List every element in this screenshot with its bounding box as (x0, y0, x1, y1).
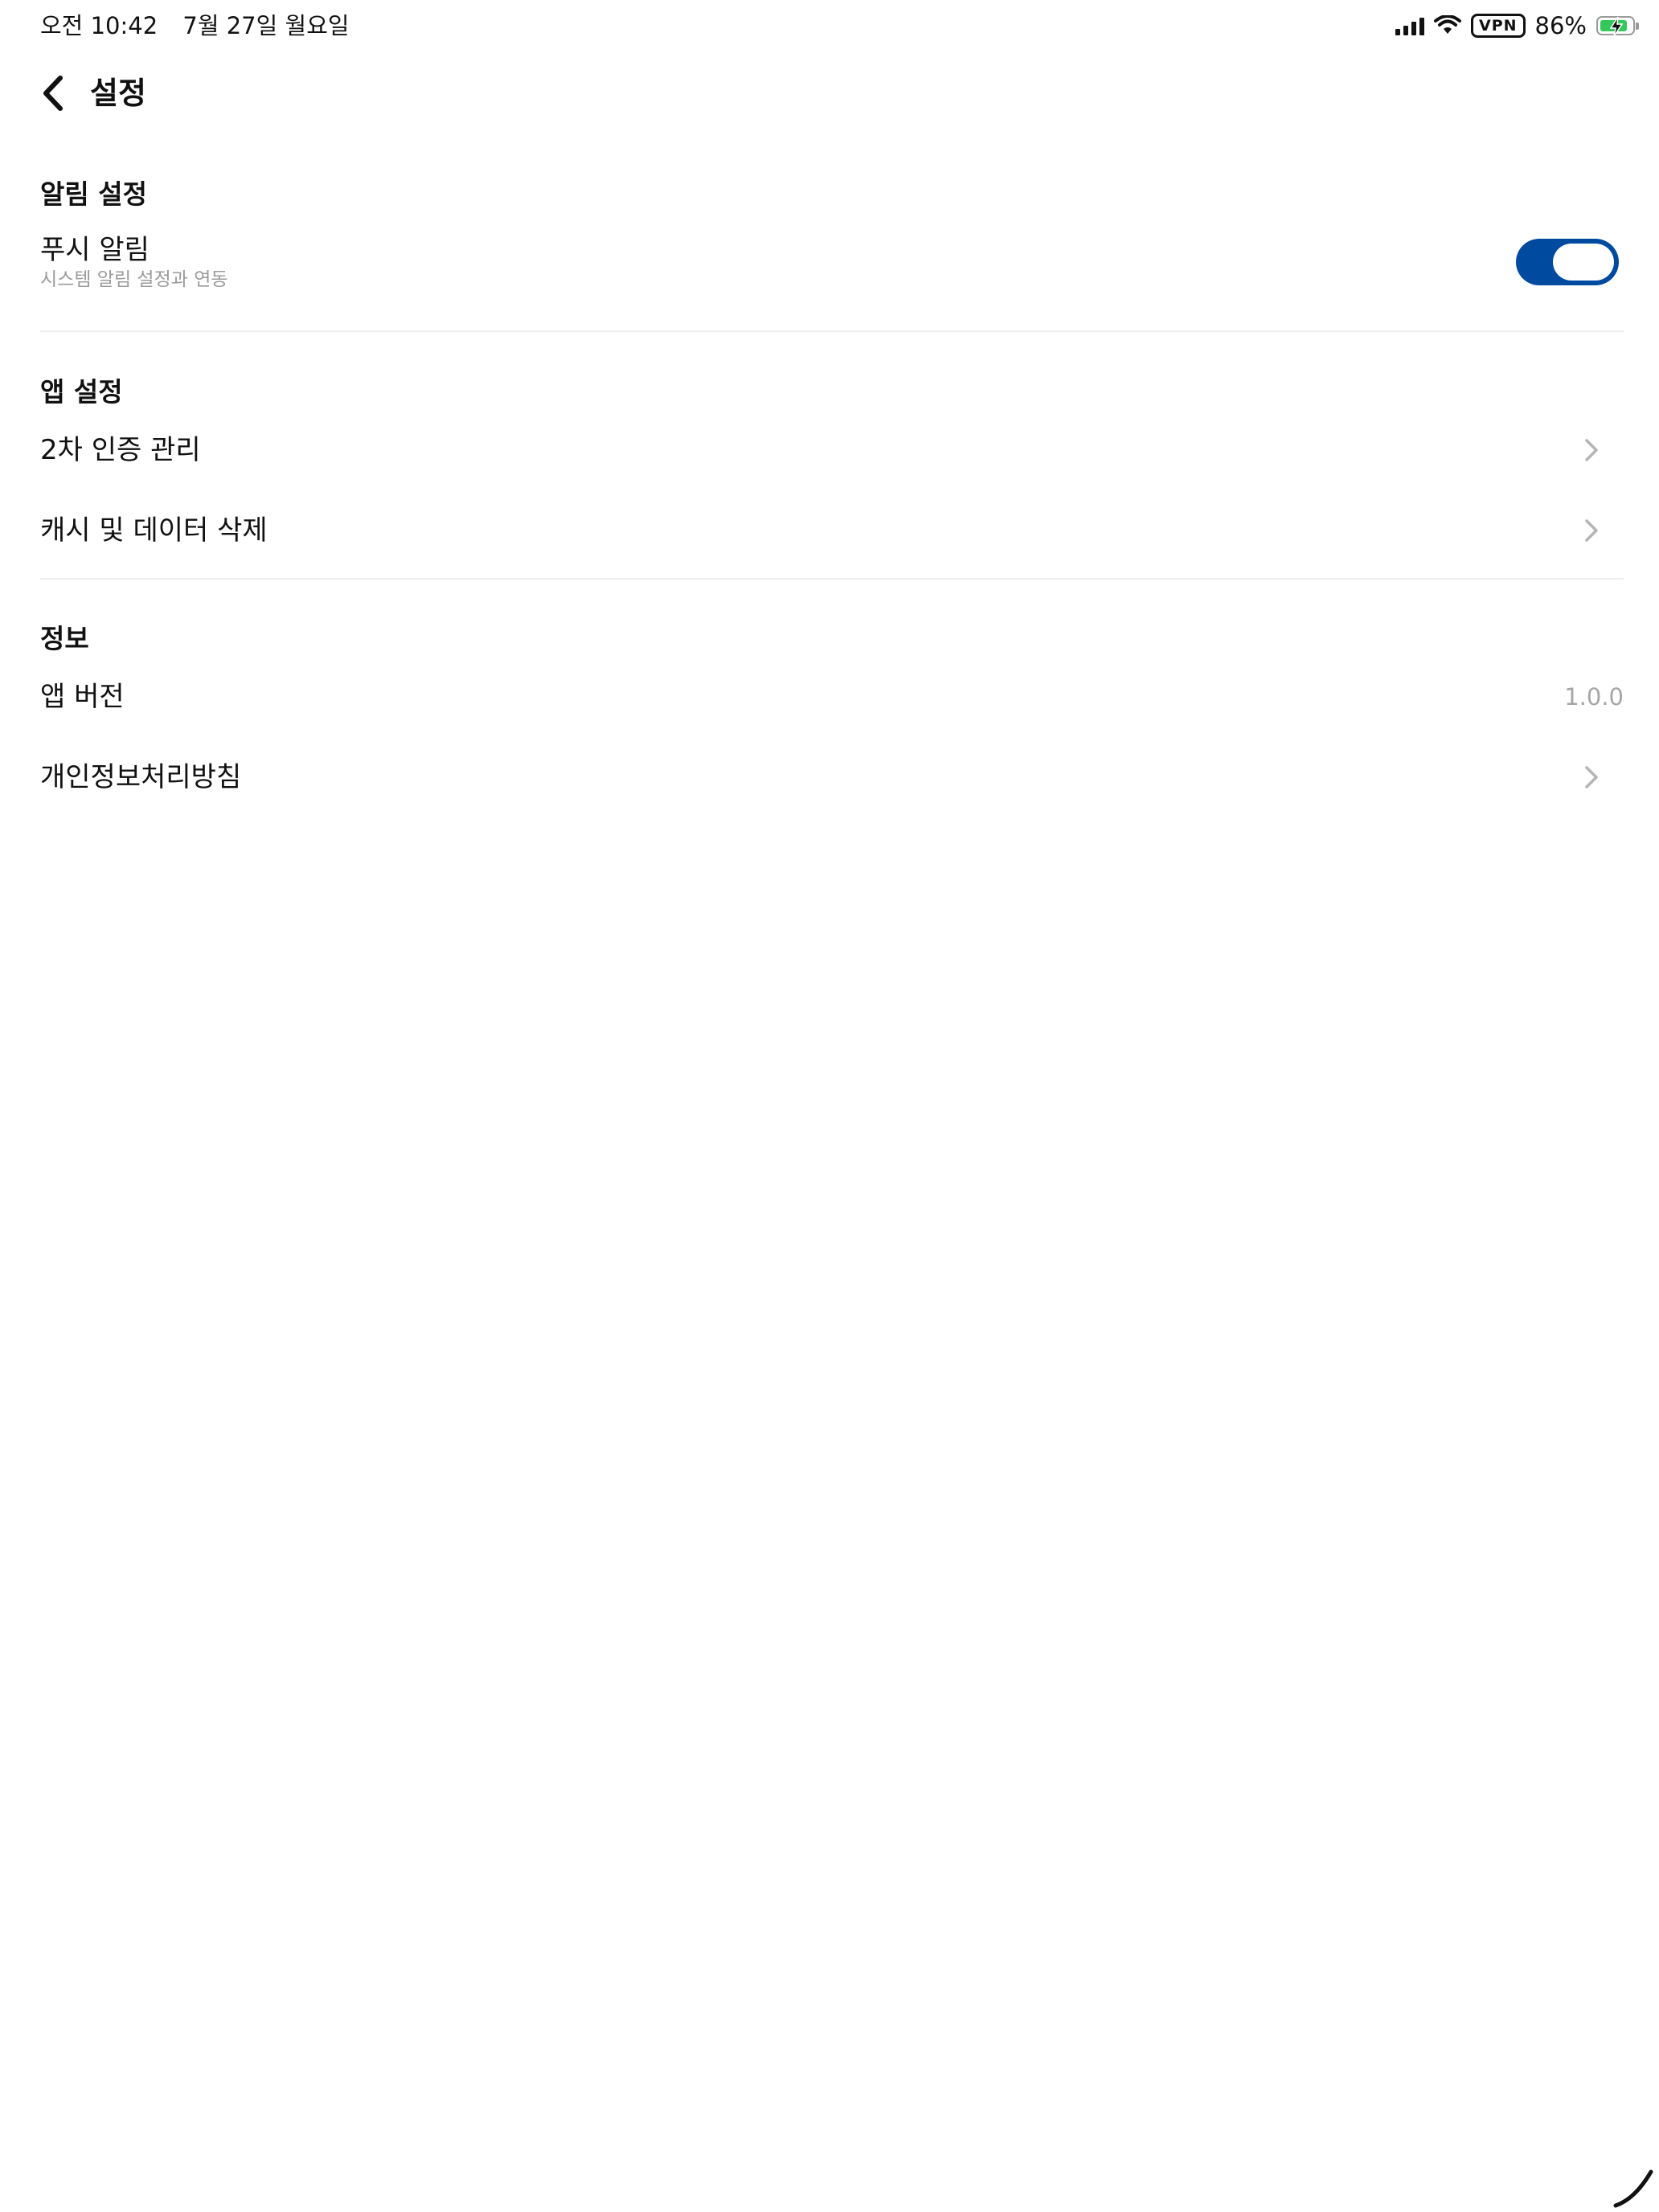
battery-charging-icon (1596, 16, 1639, 37)
page-title: 설정 (90, 76, 146, 111)
push-notification-row: 푸시 알림 시스템 알림 설정과 연동 (40, 222, 1624, 302)
chevron-right-icon (1585, 766, 1598, 789)
app-version-value: 1.0.0 (1564, 683, 1624, 711)
toggle-knob (1553, 244, 1614, 281)
row-label: 개인정보처리방침 (40, 761, 242, 793)
section-title-notifications: 알림 설정 (40, 178, 147, 210)
row-clear-cache[interactable]: 캐시 및 데이터 삭제 (40, 490, 1624, 571)
section-notifications: 알림 설정 푸시 알림 시스템 알림 설정과 연동 (40, 177, 1624, 302)
push-notification-text: 푸시 알림 시스템 알림 설정과 연동 (40, 232, 228, 292)
wifi-icon (1434, 15, 1461, 34)
push-notification-toggle[interactable] (1516, 239, 1619, 285)
status-indicators: VPN 86% (1395, 10, 1639, 42)
status-datetime: 오전 10:42 7월 27일 월요일 (40, 10, 367, 42)
header: 설정 (0, 64, 1659, 122)
chevron-left-icon (43, 76, 63, 111)
divider (40, 330, 1624, 332)
back-button[interactable] (29, 69, 77, 117)
section-app: 앱 설정 2차 인증 관리 캐시 및 데이터 삭제 (40, 375, 1624, 571)
signal-icon (1395, 16, 1424, 35)
push-notification-label: 푸시 알림 (40, 234, 150, 266)
row-label: 캐시 및 데이터 삭제 (40, 514, 268, 547)
section-title-info: 정보 (40, 623, 89, 654)
status-bar: 오전 10:42 7월 27일 월요일 VPN 86% (0, 0, 1659, 51)
section-title-app: 앱 설정 (40, 376, 123, 408)
status-date: 7월 27일 월요일 (182, 12, 350, 39)
row-label: 앱 버전 (40, 681, 125, 713)
row-privacy-policy[interactable]: 개인정보처리방침 (40, 737, 1624, 817)
chevron-right-icon (1585, 519, 1598, 542)
push-notification-sublabel: 시스템 알림 설정과 연동 (40, 269, 228, 290)
divider (40, 578, 1624, 580)
corner-stroke-icon (1613, 2169, 1653, 2208)
chevron-right-icon (1585, 439, 1598, 461)
section-info: 정보 앱 버전 1.0.0 개인정보처리방침 (40, 621, 1624, 817)
vpn-badge: VPN (1471, 14, 1526, 38)
row-label: 2차 인증 관리 (40, 434, 201, 466)
row-2fa-management[interactable]: 2차 인증 관리 (40, 410, 1624, 490)
battery-percentage: 86% (1534, 12, 1587, 39)
row-app-version: 앱 버전 1.0.0 (40, 657, 1624, 737)
status-time: 오전 10:42 (40, 12, 158, 39)
